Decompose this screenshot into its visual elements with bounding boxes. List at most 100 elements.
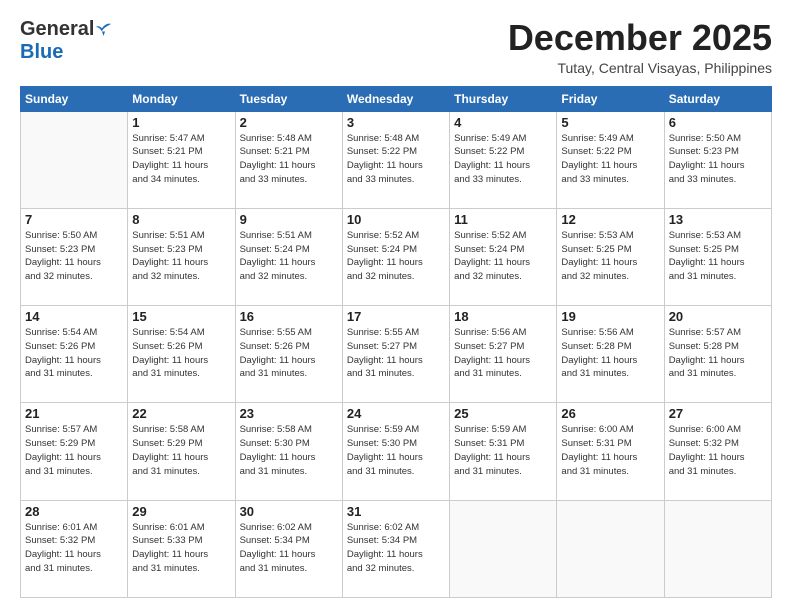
day-info: Sunrise: 5:51 AM Sunset: 5:23 PM Dayligh…	[132, 229, 230, 284]
day-cell: 10Sunrise: 5:52 AM Sunset: 5:24 PM Dayli…	[342, 208, 449, 305]
day-info: Sunrise: 6:01 AM Sunset: 5:33 PM Dayligh…	[132, 521, 230, 576]
week-row-3: 14 Sunrise: 5:54 AM Sunset: 5:26 PM Dayli…	[21, 306, 772, 403]
day-cell: 17 Sunrise: 5:55 AM Sunset: 5:27 PM Dayli…	[342, 306, 449, 403]
day-number: 3	[347, 115, 445, 130]
day-info: Sunrise: 5:59 AM Sunset: 5:31 PM Dayligh…	[454, 423, 552, 478]
day-info: Sunrise: 5:57 AM Sunset: 5:29 PM Dayligh…	[25, 423, 123, 478]
day-cell: 16Sunrise: 5:55 AM Sunset: 5:26 PM Dayli…	[235, 306, 342, 403]
weekday-header-tuesday: Tuesday	[235, 86, 342, 111]
day-info: Sunrise: 5:49 AM Sunset: 5:22 PM Dayligh…	[454, 132, 552, 187]
day-cell: 29 Sunrise: 6:01 AM Sunset: 5:33 PM Dayli…	[128, 500, 235, 597]
day-cell: 27 Sunrise: 6:00 AM Sunset: 5:32 PM Dayli…	[664, 403, 771, 500]
day-cell: 23 Sunrise: 5:58 AM Sunset: 5:30 PM Dayli…	[235, 403, 342, 500]
day-cell: 21 Sunrise: 5:57 AM Sunset: 5:29 PM Dayli…	[21, 403, 128, 500]
day-number: 17	[347, 309, 445, 324]
week-row-2: 7 Sunrise: 5:50 AM Sunset: 5:23 PM Daylig…	[21, 208, 772, 305]
logo-general: General	[20, 18, 94, 41]
day-number: 21	[25, 406, 123, 421]
day-cell: 20Sunrise: 5:57 AM Sunset: 5:28 PM Dayli…	[664, 306, 771, 403]
day-number: 25	[454, 406, 552, 421]
day-cell: 18 Sunrise: 5:56 AM Sunset: 5:27 PM Dayli…	[450, 306, 557, 403]
day-number: 31	[347, 504, 445, 519]
day-cell: 30 Sunrise: 6:02 AM Sunset: 5:34 PM Dayli…	[235, 500, 342, 597]
week-row-4: 21 Sunrise: 5:57 AM Sunset: 5:29 PM Dayli…	[21, 403, 772, 500]
location: Tutay, Central Visayas, Philippines	[508, 60, 772, 76]
day-cell: 8 Sunrise: 5:51 AM Sunset: 5:23 PM Daylig…	[128, 208, 235, 305]
day-number: 20	[669, 309, 767, 324]
day-cell: 12Sunrise: 5:53 AM Sunset: 5:25 PM Dayli…	[557, 208, 664, 305]
day-number: 10	[347, 212, 445, 227]
day-cell: 13 Sunrise: 5:53 AM Sunset: 5:25 PM Dayli…	[664, 208, 771, 305]
day-info: Sunrise: 5:58 AM Sunset: 5:29 PM Dayligh…	[132, 423, 230, 478]
day-info: Sunrise: 6:00 AM Sunset: 5:32 PM Dayligh…	[669, 423, 767, 478]
day-cell: 22Sunrise: 5:58 AM Sunset: 5:29 PM Dayli…	[128, 403, 235, 500]
day-number: 2	[240, 115, 338, 130]
day-number: 29	[132, 504, 230, 519]
day-cell: 28 Sunrise: 6:01 AM Sunset: 5:32 PM Dayli…	[21, 500, 128, 597]
week-row-5: 28 Sunrise: 6:01 AM Sunset: 5:32 PM Dayli…	[21, 500, 772, 597]
page: General Blue December 2025 Tutay, Centra…	[0, 0, 792, 612]
day-info: Sunrise: 5:53 AM Sunset: 5:25 PM Dayligh…	[561, 229, 659, 284]
day-number: 13	[669, 212, 767, 227]
day-cell: 11 Sunrise: 5:52 AM Sunset: 5:24 PM Dayli…	[450, 208, 557, 305]
day-info: Sunrise: 5:55 AM Sunset: 5:27 PM Dayligh…	[347, 326, 445, 381]
weekday-header-row: SundayMondayTuesdayWednesdayThursdayFrid…	[21, 86, 772, 111]
header: General Blue December 2025 Tutay, Centra…	[20, 18, 772, 76]
day-cell	[664, 500, 771, 597]
day-cell: 19Sunrise: 5:56 AM Sunset: 5:28 PM Dayli…	[557, 306, 664, 403]
day-number: 28	[25, 504, 123, 519]
day-number: 24	[347, 406, 445, 421]
weekday-header-wednesday: Wednesday	[342, 86, 449, 111]
day-info: Sunrise: 5:56 AM Sunset: 5:28 PM Dayligh…	[561, 326, 659, 381]
logo: General Blue	[20, 18, 114, 64]
day-cell: 2Sunrise: 5:48 AM Sunset: 5:21 PM Daylig…	[235, 111, 342, 208]
logo-blue: Blue	[20, 41, 63, 64]
logo-bird-icon	[96, 21, 114, 39]
day-number: 8	[132, 212, 230, 227]
day-info: Sunrise: 5:56 AM Sunset: 5:27 PM Dayligh…	[454, 326, 552, 381]
week-row-1: 1 Sunrise: 5:47 AM Sunset: 5:21 PM Daylig…	[21, 111, 772, 208]
calendar: SundayMondayTuesdayWednesdayThursdayFrid…	[20, 86, 772, 598]
day-number: 23	[240, 406, 338, 421]
day-cell: 6 Sunrise: 5:50 AM Sunset: 5:23 PM Daylig…	[664, 111, 771, 208]
day-info: Sunrise: 5:59 AM Sunset: 5:30 PM Dayligh…	[347, 423, 445, 478]
day-number: 30	[240, 504, 338, 519]
day-cell: 9Sunrise: 5:51 AM Sunset: 5:24 PM Daylig…	[235, 208, 342, 305]
day-number: 14	[25, 309, 123, 324]
day-cell: 25 Sunrise: 5:59 AM Sunset: 5:31 PM Dayli…	[450, 403, 557, 500]
month-title: December 2025	[508, 18, 772, 58]
day-cell: 3Sunrise: 5:48 AM Sunset: 5:22 PM Daylig…	[342, 111, 449, 208]
day-info: Sunrise: 6:02 AM Sunset: 5:34 PM Dayligh…	[240, 521, 338, 576]
day-number: 4	[454, 115, 552, 130]
day-number: 27	[669, 406, 767, 421]
day-number: 18	[454, 309, 552, 324]
day-info: Sunrise: 5:58 AM Sunset: 5:30 PM Dayligh…	[240, 423, 338, 478]
day-cell: 1 Sunrise: 5:47 AM Sunset: 5:21 PM Daylig…	[128, 111, 235, 208]
day-cell	[21, 111, 128, 208]
weekday-header-sunday: Sunday	[21, 86, 128, 111]
weekday-header-saturday: Saturday	[664, 86, 771, 111]
day-number: 6	[669, 115, 767, 130]
day-cell: 15 Sunrise: 5:54 AM Sunset: 5:26 PM Dayli…	[128, 306, 235, 403]
day-info: Sunrise: 5:54 AM Sunset: 5:26 PM Dayligh…	[132, 326, 230, 381]
day-info: Sunrise: 5:50 AM Sunset: 5:23 PM Dayligh…	[25, 229, 123, 284]
day-cell: 31 Sunrise: 6:02 AM Sunset: 5:34 PM Dayli…	[342, 500, 449, 597]
day-info: Sunrise: 5:52 AM Sunset: 5:24 PM Dayligh…	[454, 229, 552, 284]
day-info: Sunrise: 5:53 AM Sunset: 5:25 PM Dayligh…	[669, 229, 767, 284]
weekday-header-friday: Friday	[557, 86, 664, 111]
day-cell: 14Sunrise: 5:54 AM Sunset: 5:26 PM Dayli…	[21, 306, 128, 403]
day-info: Sunrise: 6:02 AM Sunset: 5:34 PM Dayligh…	[347, 521, 445, 576]
day-cell	[557, 500, 664, 597]
day-info: Sunrise: 5:50 AM Sunset: 5:23 PM Dayligh…	[669, 132, 767, 187]
day-number: 7	[25, 212, 123, 227]
day-number: 5	[561, 115, 659, 130]
day-number: 15	[132, 309, 230, 324]
day-number: 11	[454, 212, 552, 227]
day-number: 1	[132, 115, 230, 130]
day-cell: 7 Sunrise: 5:50 AM Sunset: 5:23 PM Daylig…	[21, 208, 128, 305]
day-info: Sunrise: 5:55 AM Sunset: 5:26 PM Dayligh…	[240, 326, 338, 381]
weekday-header-thursday: Thursday	[450, 86, 557, 111]
day-cell: 5Sunrise: 5:49 AM Sunset: 5:22 PM Daylig…	[557, 111, 664, 208]
day-info: Sunrise: 6:01 AM Sunset: 5:32 PM Dayligh…	[25, 521, 123, 576]
day-info: Sunrise: 5:47 AM Sunset: 5:21 PM Dayligh…	[132, 132, 230, 187]
